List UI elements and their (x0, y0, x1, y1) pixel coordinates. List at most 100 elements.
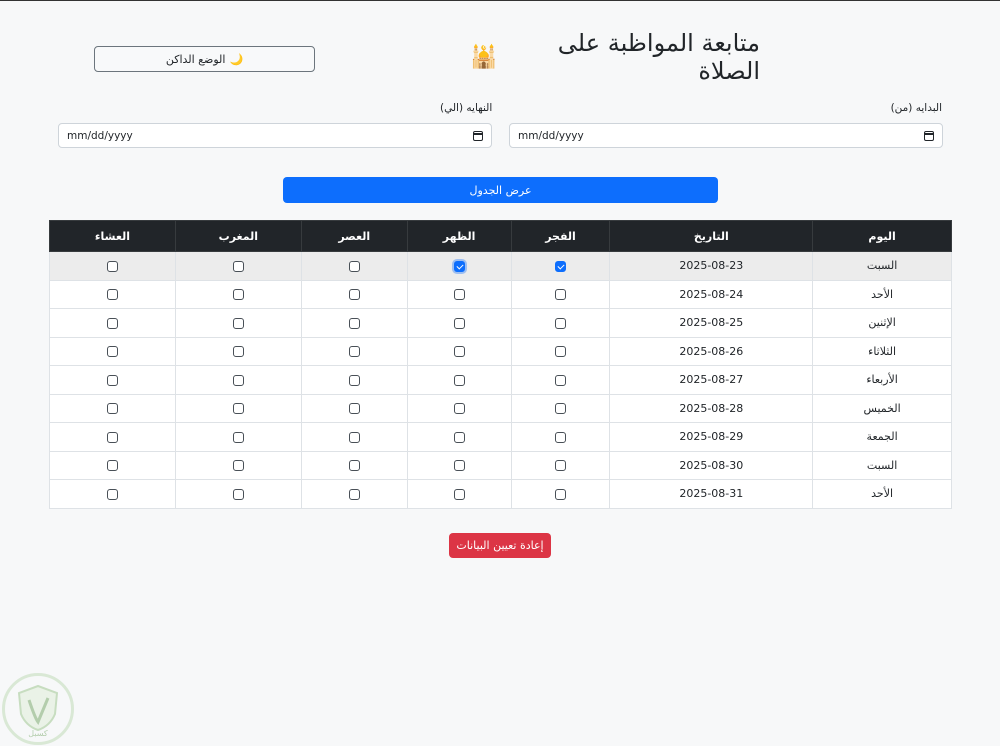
isha-cell (49, 393, 176, 423)
dhuhr-cell (406, 422, 512, 452)
asr-checkbox[interactable] (348, 431, 360, 443)
table-row: الأحد 2025-08-31 (49, 479, 952, 509)
asr-checkbox[interactable] (348, 460, 360, 472)
dhuhr-checkbox[interactable] (453, 289, 465, 301)
table-row: السبت 2025-08-23 (49, 251, 952, 281)
isha-checkbox[interactable] (106, 374, 118, 386)
asr-cell (300, 450, 408, 480)
shield-icon (17, 684, 59, 732)
day-cell: السبت (812, 450, 952, 480)
page-title: متابعة المواظبة على الصلاة 🕌 (470, 29, 760, 85)
date-cell: 2025-08-26 (609, 336, 814, 366)
header-date: التاريخ (609, 220, 814, 252)
isha-checkbox[interactable] (106, 460, 118, 472)
dhuhr-checkbox[interactable] (453, 488, 465, 500)
isha-cell (49, 251, 176, 281)
maghrib-checkbox[interactable] (232, 431, 244, 443)
header-day: اليوم (812, 220, 952, 252)
reset-data-button[interactable]: إعادة تعيين البيانات (449, 533, 551, 558)
isha-checkbox[interactable] (106, 488, 118, 500)
date-cell: 2025-08-24 (609, 279, 814, 309)
dhuhr-checkbox[interactable] (453, 431, 465, 443)
fajr-checkbox[interactable] (554, 289, 566, 301)
maghrib-cell (174, 393, 302, 423)
end-date-input[interactable]: mm/dd/yyyy (58, 123, 492, 148)
maghrib-checkbox[interactable] (232, 488, 244, 500)
fajr-checkbox[interactable] (554, 403, 566, 415)
maghrib-checkbox[interactable] (232, 374, 244, 386)
show-table-button[interactable]: عرض الجدول (283, 177, 718, 203)
calendar-icon[interactable] (924, 130, 934, 141)
asr-checkbox[interactable] (348, 403, 360, 415)
fajr-cell (510, 308, 611, 338)
asr-checkbox[interactable] (348, 289, 360, 301)
maghrib-cell (174, 251, 302, 281)
dhuhr-checkbox[interactable] (453, 317, 465, 329)
isha-cell (49, 308, 176, 338)
day-cell: الأحد (812, 279, 952, 309)
dark-mode-button[interactable]: 🌙 الوضع الداكن (94, 46, 315, 72)
asr-cell (300, 251, 408, 281)
fajr-checkbox[interactable] (554, 374, 566, 386)
dhuhr-cell (406, 450, 512, 480)
isha-checkbox[interactable] (106, 431, 118, 443)
header-asr: العصر (300, 220, 408, 252)
header-fajr: الفجر (510, 220, 611, 252)
dhuhr-checkbox[interactable] (453, 460, 465, 472)
dhuhr-cell (406, 479, 512, 509)
start-date-input[interactable]: mm/dd/yyyy (509, 123, 943, 148)
end-date-label: النهايه (الي) (440, 102, 493, 114)
maghrib-checkbox[interactable] (232, 260, 244, 272)
asr-checkbox[interactable] (348, 374, 360, 386)
prayer-table: اليوم التاريخ الفجر الظهر العصر المغرب ا… (49, 220, 952, 509)
isha-checkbox[interactable] (106, 403, 118, 415)
dhuhr-checkbox[interactable] (453, 403, 465, 415)
asr-checkbox[interactable] (348, 260, 360, 272)
table-row: الخميس 2025-08-28 (49, 393, 952, 423)
dhuhr-checkbox[interactable] (453, 346, 465, 358)
date-cell: 2025-08-31 (609, 479, 814, 509)
dhuhr-cell (406, 308, 512, 338)
fajr-checkbox[interactable] (554, 488, 566, 500)
maghrib-checkbox[interactable] (232, 317, 244, 329)
watermark-logo: كسبل (2, 673, 74, 745)
fajr-checkbox[interactable] (554, 346, 566, 358)
start-date-placeholder: mm/dd/yyyy (518, 129, 584, 142)
fajr-cell (510, 336, 611, 366)
dhuhr-cell (406, 336, 512, 366)
day-cell: الأربعاء (812, 365, 952, 395)
maghrib-checkbox[interactable] (232, 460, 244, 472)
dark-mode-label: الوضع الداكن (165, 52, 226, 66)
isha-cell (49, 479, 176, 509)
fajr-cell (510, 479, 611, 509)
asr-checkbox[interactable] (348, 317, 360, 329)
dhuhr-cell (406, 279, 512, 309)
maghrib-cell (174, 308, 302, 338)
maghrib-checkbox[interactable] (232, 346, 244, 358)
fajr-checkbox[interactable] (554, 460, 566, 472)
isha-checkbox[interactable] (106, 260, 118, 272)
dhuhr-checkbox[interactable] (453, 374, 465, 386)
maghrib-checkbox[interactable] (232, 403, 244, 415)
fajr-checkbox[interactable] (554, 260, 566, 272)
fajr-checkbox[interactable] (554, 317, 566, 329)
asr-cell (300, 479, 408, 509)
day-cell: الإثنين (812, 308, 952, 338)
isha-checkbox[interactable] (106, 317, 118, 329)
date-cell: 2025-08-27 (609, 365, 814, 395)
fajr-checkbox[interactable] (554, 431, 566, 443)
maghrib-cell (174, 365, 302, 395)
date-cell: 2025-08-30 (609, 450, 814, 480)
table-row: الثلاثاء 2025-08-26 (49, 336, 952, 366)
header-isha: العشاء (49, 220, 176, 252)
asr-checkbox[interactable] (348, 488, 360, 500)
asr-checkbox[interactable] (348, 346, 360, 358)
mosque-icon: 🕌 (470, 44, 498, 70)
table-row: الجمعة 2025-08-29 (49, 422, 952, 452)
asr-cell (300, 422, 408, 452)
isha-checkbox[interactable] (106, 346, 118, 358)
dhuhr-checkbox[interactable] (453, 260, 465, 272)
maghrib-checkbox[interactable] (232, 289, 244, 301)
isha-checkbox[interactable] (106, 289, 118, 301)
calendar-icon[interactable] (473, 130, 483, 141)
